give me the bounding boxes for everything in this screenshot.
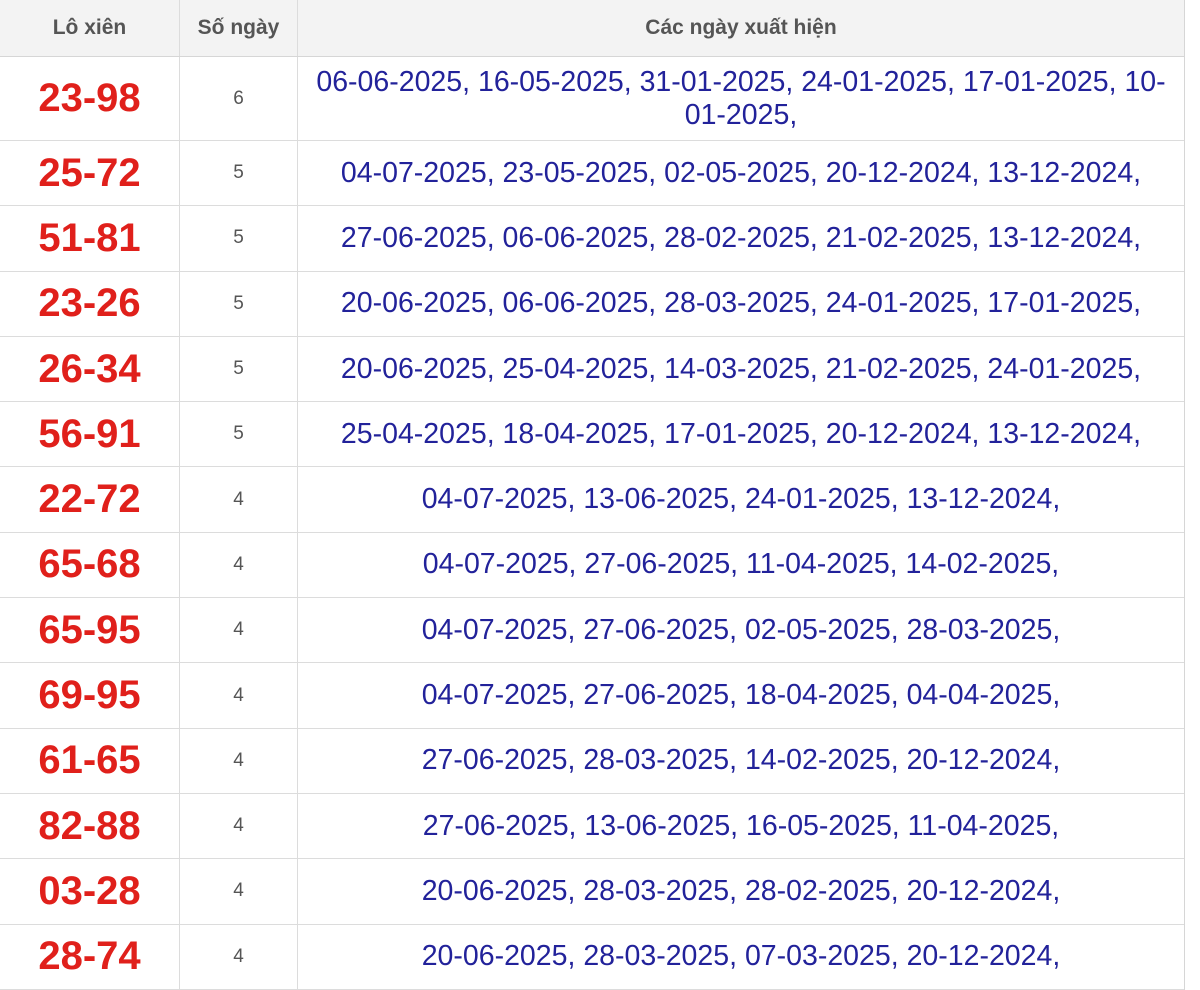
- appearance-dates: 27-06-2025, 13-06-2025, 16-05-2025, 11-0…: [422, 809, 1060, 842]
- table-row: 56-91 5 25-04-2025, 18-04-2025, 17-01-20…: [0, 402, 1184, 468]
- day-count: 6: [180, 57, 298, 140]
- pair-value: 23-98: [0, 57, 180, 140]
- pair-value: 22-72: [0, 467, 180, 532]
- table-row: 65-95 4 04-07-2025, 27-06-2025, 02-05-20…: [0, 598, 1184, 664]
- day-count: 5: [180, 141, 298, 206]
- day-count: 5: [180, 271, 298, 336]
- header-dates: Các ngày xuất hiện: [645, 16, 837, 39]
- pair-value: 65-68: [0, 532, 180, 598]
- pair-value: 03-28: [0, 859, 180, 924]
- appearance-dates: 06-06-2025, 16-05-2025, 31-01-2025, 24-0…: [316, 65, 1166, 131]
- day-count: 4: [180, 663, 298, 728]
- day-count: 4: [180, 532, 298, 598]
- table-row: 23-98 6 06-06-2025, 16-05-2025, 31-01-20…: [0, 57, 1184, 141]
- day-count: 4: [180, 859, 298, 924]
- appearance-dates: 04-07-2025, 13-06-2025, 24-01-2025, 13-1…: [421, 483, 1061, 516]
- day-count: 4: [180, 598, 298, 663]
- appearance-dates: 04-07-2025, 27-06-2025, 18-04-2025, 04-0…: [421, 679, 1061, 712]
- table-row: 65-68 4 04-07-2025, 27-06-2025, 11-04-20…: [0, 532, 1184, 599]
- pair-value: 65-95: [0, 598, 180, 663]
- pair-value: 82-88: [0, 793, 180, 859]
- appearance-dates: 25-04-2025, 18-04-2025, 17-01-2025, 20-1…: [340, 417, 1142, 450]
- table-row: 25-72 5 04-07-2025, 23-05-2025, 02-05-20…: [0, 141, 1184, 207]
- table-row: 22-72 4 04-07-2025, 13-06-2025, 24-01-20…: [0, 467, 1184, 533]
- lo-xien-table: Lô xiên Số ngày Các ngày xuất hiện 23-98…: [0, 0, 1185, 990]
- table-row: 61-65 4 27-06-2025, 28-03-2025, 14-02-20…: [0, 728, 1184, 794]
- day-count: 4: [180, 924, 298, 989]
- pair-value: 23-26: [0, 271, 180, 336]
- pair-value: 61-65: [0, 728, 180, 793]
- appearance-dates: 04-07-2025, 27-06-2025, 02-05-2025, 28-0…: [421, 613, 1061, 646]
- table-row: 51-81 5 27-06-2025, 06-06-2025, 28-02-20…: [0, 206, 1184, 272]
- day-count: 4: [180, 728, 298, 793]
- header-pair: Lô xiên: [0, 0, 180, 56]
- table-row: 69-95 4 04-07-2025, 27-06-2025, 18-04-20…: [0, 663, 1184, 729]
- pair-value: 28-74: [0, 924, 180, 989]
- table-row: 26-34 5 20-06-2025, 25-04-2025, 14-03-20…: [0, 336, 1184, 403]
- appearance-dates: 20-06-2025, 28-03-2025, 28-02-2025, 20-1…: [421, 874, 1061, 907]
- appearance-dates: 27-06-2025, 06-06-2025, 28-02-2025, 21-0…: [340, 221, 1142, 254]
- appearance-dates: 27-06-2025, 28-03-2025, 14-02-2025, 20-1…: [421, 744, 1061, 777]
- appearance-dates: 20-06-2025, 06-06-2025, 28-03-2025, 24-0…: [340, 287, 1142, 320]
- pair-value: 26-34: [0, 336, 180, 402]
- day-count: 5: [180, 402, 298, 467]
- table-row: 03-28 4 20-06-2025, 28-03-2025, 28-02-20…: [0, 859, 1184, 925]
- table-row: 23-26 5 20-06-2025, 06-06-2025, 28-03-20…: [0, 271, 1184, 337]
- day-count: 4: [180, 467, 298, 532]
- appearance-dates: 04-07-2025, 27-06-2025, 11-04-2025, 14-0…: [422, 548, 1060, 581]
- pair-value: 56-91: [0, 402, 180, 467]
- header-count: Số ngày: [180, 0, 298, 56]
- day-count: 4: [180, 793, 298, 859]
- day-count: 5: [180, 206, 298, 271]
- table-row: 28-74 4 20-06-2025, 28-03-2025, 07-03-20…: [0, 924, 1184, 990]
- appearance-dates: 20-06-2025, 25-04-2025, 14-03-2025, 21-0…: [340, 352, 1142, 385]
- table-row: 82-88 4 27-06-2025, 13-06-2025, 16-05-20…: [0, 793, 1184, 860]
- pair-value: 51-81: [0, 206, 180, 271]
- table-header: Lô xiên Số ngày Các ngày xuất hiện: [0, 0, 1184, 57]
- pair-value: 25-72: [0, 141, 180, 206]
- day-count: 5: [180, 336, 298, 402]
- pair-value: 69-95: [0, 663, 180, 728]
- appearance-dates: 20-06-2025, 28-03-2025, 07-03-2025, 20-1…: [421, 940, 1061, 973]
- appearance-dates: 04-07-2025, 23-05-2025, 02-05-2025, 20-1…: [340, 156, 1142, 189]
